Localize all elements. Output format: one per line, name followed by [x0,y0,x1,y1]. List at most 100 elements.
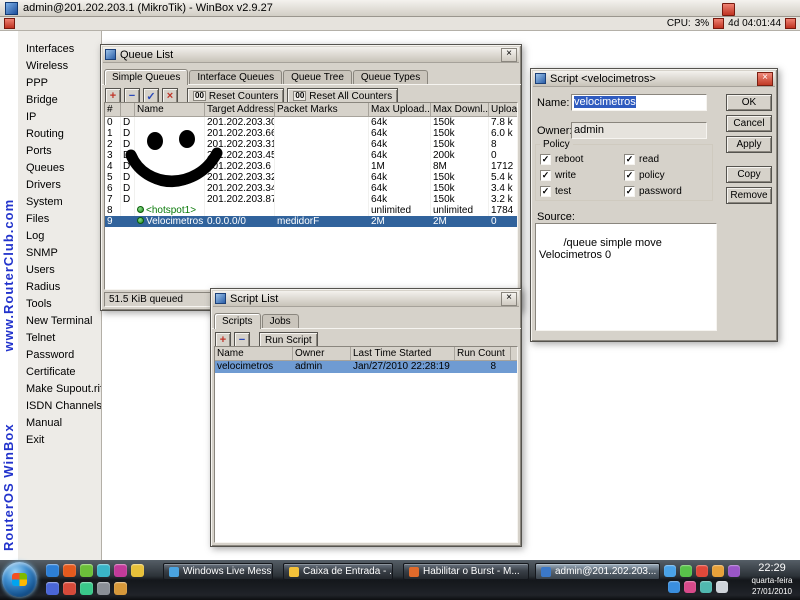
close-icon[interactable] [501,48,517,62]
quicklaunch-icon-b5[interactable] [114,582,127,595]
table-row[interactable]: 1D201.202.203.6664k150k6.0 k [105,128,517,139]
tab-queue-types[interactable]: Queue Types [353,70,428,84]
column-header-col-max-download[interactable]: Max Downl... [431,103,489,116]
uptime-icon[interactable] [785,18,796,29]
table-row[interactable]: 4D201.202.203.61M8M1712 [105,161,517,172]
sidebar-item-files[interactable]: Files [18,211,101,228]
table-row[interactable]: 2D201.202.203.3164k150k8 [105,139,517,150]
quicklaunch-icon-b1[interactable] [46,582,59,595]
column-header-col-name[interactable]: Name [135,103,205,116]
apply-button[interactable]: Apply [726,136,772,153]
checkbox-icon[interactable] [540,170,551,181]
tray-icon-b2[interactable] [684,581,696,593]
column-header-col-upload-rate[interactable]: Upload R... [489,103,518,116]
quicklaunch-icon-b2[interactable] [63,582,76,595]
column-header-col-name[interactable]: Name [215,347,293,360]
table-row[interactable]: 0D201.202.203.3064k150k7.8 k [105,117,517,128]
table-row[interactable]: 6D201.202.203.3464k150k3.4 k [105,183,517,194]
sidebar-item-isdn-channels[interactable]: ISDN Channels [18,398,101,415]
column-header-col-owner[interactable]: Owner [293,347,351,360]
sidebar-item-users[interactable]: Users [18,262,101,279]
tray-icon-4[interactable] [712,565,724,577]
sidebar-item-queues[interactable]: Queues [18,160,101,177]
policy-checkbox-password[interactable]: password [624,186,702,197]
name-input[interactable]: velocimetros [571,94,707,111]
taskbar-task-caixa-de-entrada[interactable]: Caixa de Entrada - ... [283,563,393,580]
checkbox-icon[interactable] [624,186,635,197]
tab-queue-tree[interactable]: Queue Tree [283,70,352,84]
sidebar-item-drivers[interactable]: Drivers [18,177,101,194]
tray-icon-2[interactable] [680,565,692,577]
taskbar-task-admin-201-202-203[interactable]: admin@201.202.203... [535,563,660,580]
minimize-icon[interactable] [722,3,735,16]
quicklaunch-icon-2[interactable] [63,564,76,577]
sidebar-item-radius[interactable]: Radius [18,279,101,296]
checkbox-icon[interactable] [624,170,635,181]
copy-button[interactable]: Copy [726,166,772,183]
sidebar-item-bridge[interactable]: Bridge [18,92,101,109]
source-textarea[interactable]: /queue simple move Velocimetros 0 [535,223,717,331]
quicklaunch-icon-5[interactable] [114,564,127,577]
sidebar-item-make-supout-rif[interactable]: Make Supout.rif [18,381,101,398]
sidebar-item-log[interactable]: Log [18,228,101,245]
sidebar-item-system[interactable]: System [18,194,101,211]
column-header-col-max-upload[interactable]: Max Upload... [369,103,431,116]
queue-list-titlebar[interactable]: Queue List [103,47,519,63]
cpu-graph-icon[interactable] [713,18,724,29]
sidebar-item-manual[interactable]: Manual [18,415,101,432]
sidebar-item-ip[interactable]: IP [18,109,101,126]
table-row[interactable]: 9Velocimetros0.0.0.0/0medidorF2M2M0 [105,216,517,227]
policy-checkbox-write[interactable]: write [540,170,622,181]
sidebar-item-ppp[interactable]: PPP [18,75,101,92]
column-header-col-target-address[interactable]: Target Address [205,103,275,116]
tray-icon-b1[interactable] [668,581,680,593]
column-header-col-run-count[interactable]: Run Count [455,347,511,360]
column-header-col-last-time-started[interactable]: Last Time Started [351,347,455,360]
policy-checkbox-read[interactable]: read [624,154,702,165]
tray-icon-3[interactable] [696,565,708,577]
quicklaunch-icon-b3[interactable] [80,582,93,595]
taskbar-task-habilitar-o-burst-m[interactable]: Habilitar o Burst - M... [403,563,529,580]
table-row[interactable]: velocimetrosadminJan/27/2010 22:28:198 [215,361,517,373]
policy-checkbox-reboot[interactable]: reboot [540,154,622,165]
taskbar-clock[interactable]: 22:29 quarta-feira 27/01/2010 [745,562,799,597]
taskbar-task-windows-live-mess[interactable]: Windows Live Mess... [163,563,273,580]
sidebar-item-wireless[interactable]: Wireless [18,58,101,75]
sidebar-item-snmp[interactable]: SNMP [18,245,101,262]
tab-scripts[interactable]: Scripts [214,313,261,329]
column-header-col-number[interactable]: # [105,103,121,116]
script-dialog-titlebar[interactable]: Script <velocimetros> [533,71,775,87]
sidebar-item-interfaces[interactable]: Interfaces [18,41,101,58]
cancel-button[interactable]: Cancel [726,115,772,132]
policy-checkbox-test[interactable]: test [540,186,622,197]
sidebar-item-telnet[interactable]: Telnet [18,330,101,347]
sidebar-item-password[interactable]: Password [18,347,101,364]
tab-simple-queues[interactable]: Simple Queues [104,69,188,85]
remove-button[interactable]: Remove [726,187,772,204]
policy-checkbox-policy[interactable]: policy [624,170,702,181]
close-icon[interactable] [501,292,517,306]
close-icon[interactable] [757,72,773,86]
column-header-col-packet-marks[interactable]: Packet Marks [275,103,369,116]
sidebar-item-certificate[interactable]: Certificate [18,364,101,381]
tray-icon-5[interactable] [728,565,740,577]
quicklaunch-icon-1[interactable] [46,564,59,577]
quicklaunch-icon-6[interactable] [131,564,144,577]
column-header-col-flags[interactable] [121,103,135,116]
quicklaunch-icon-4[interactable] [97,564,110,577]
table-row[interactable]: 7D201.202.203.8764k150k3.2 k [105,194,517,205]
sidebar-item-tools[interactable]: Tools [18,296,101,313]
tray-icon-b4[interactable] [716,581,728,593]
table-row[interactable]: 5D201.202.203.3264k150k5.4 k [105,172,517,183]
script-list-titlebar[interactable]: Script List [213,291,519,307]
sidebar-item-ports[interactable]: Ports [18,143,101,160]
checkbox-icon[interactable] [624,154,635,165]
table-row[interactable]: 3D201.202.203.4564k200k0 [105,150,517,161]
tray-icon-1[interactable] [664,565,676,577]
sidebar-item-exit[interactable]: Exit [18,432,101,449]
tab-interface-queues[interactable]: Interface Queues [189,70,282,84]
table-row[interactable]: 8<hotspot1>unlimitedunlimited1784 [105,205,517,216]
tray-icon-b3[interactable] [700,581,712,593]
start-button[interactable] [2,562,37,597]
quicklaunch-icon-3[interactable] [80,564,93,577]
